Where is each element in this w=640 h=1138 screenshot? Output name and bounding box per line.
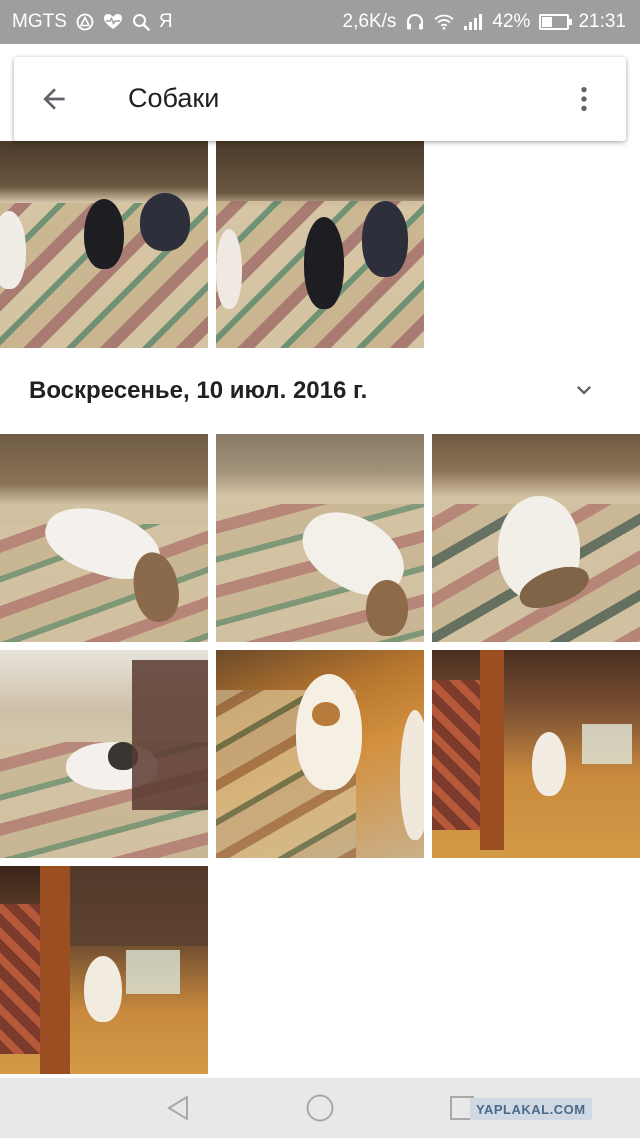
battery-percent: 42% [492,11,531,32]
signal-icon [463,12,483,32]
photo-thumbnail[interactable] [216,650,424,858]
photo-thumbnail[interactable] [0,141,208,348]
alert-triangle-icon [75,12,95,32]
photo-thumbnail[interactable] [0,434,208,642]
more-options-button[interactable] [564,79,604,119]
photo-thumbnail[interactable] [216,434,424,642]
nav-home-button[interactable] [300,1088,340,1128]
network-speed: 2,6K/s [342,11,397,32]
photo-thumbnail[interactable] [432,434,640,642]
nav-back-icon [167,1095,188,1121]
headphones-icon [405,12,425,32]
album-title: Собаки [128,83,220,113]
app-bar: Собаки [14,57,626,141]
chevron-down-icon [577,386,591,395]
wifi-icon [434,12,455,32]
carrier-name: MGTS [12,11,67,32]
watermark: YAPLAKAL.COM [470,1098,592,1120]
photo-thumbnail[interactable] [432,650,640,858]
photo-thumbnail[interactable] [0,650,208,858]
section-date: Воскресенье, 10 июл. 2016 г. [29,377,368,404]
health-heart-icon [103,12,123,32]
more-vert-icon [581,87,587,111]
status-right: 2,6K/s 42% 21:31 [343,0,626,44]
yandex-app-icon: Я [158,11,173,32]
collapse-section-button[interactable] [568,374,600,406]
photo-thumbnail[interactable] [216,141,424,348]
back-button[interactable] [34,79,74,119]
battery-icon [539,14,573,30]
battery-level [542,17,553,27]
status-left: MGTS Я [12,0,173,44]
nav-home-icon [306,1094,334,1122]
date-section-header: Воскресенье, 10 июл. 2016 г. [0,348,640,434]
photo-thumbnail[interactable] [0,866,208,1074]
nav-back-button[interactable] [158,1088,198,1128]
arrow-back-icon [43,88,65,110]
clock: 21:31 [578,11,626,32]
status-bar: MGTS Я 2,6K/s 42% 21:31 [0,0,640,44]
search-icon [131,12,151,32]
